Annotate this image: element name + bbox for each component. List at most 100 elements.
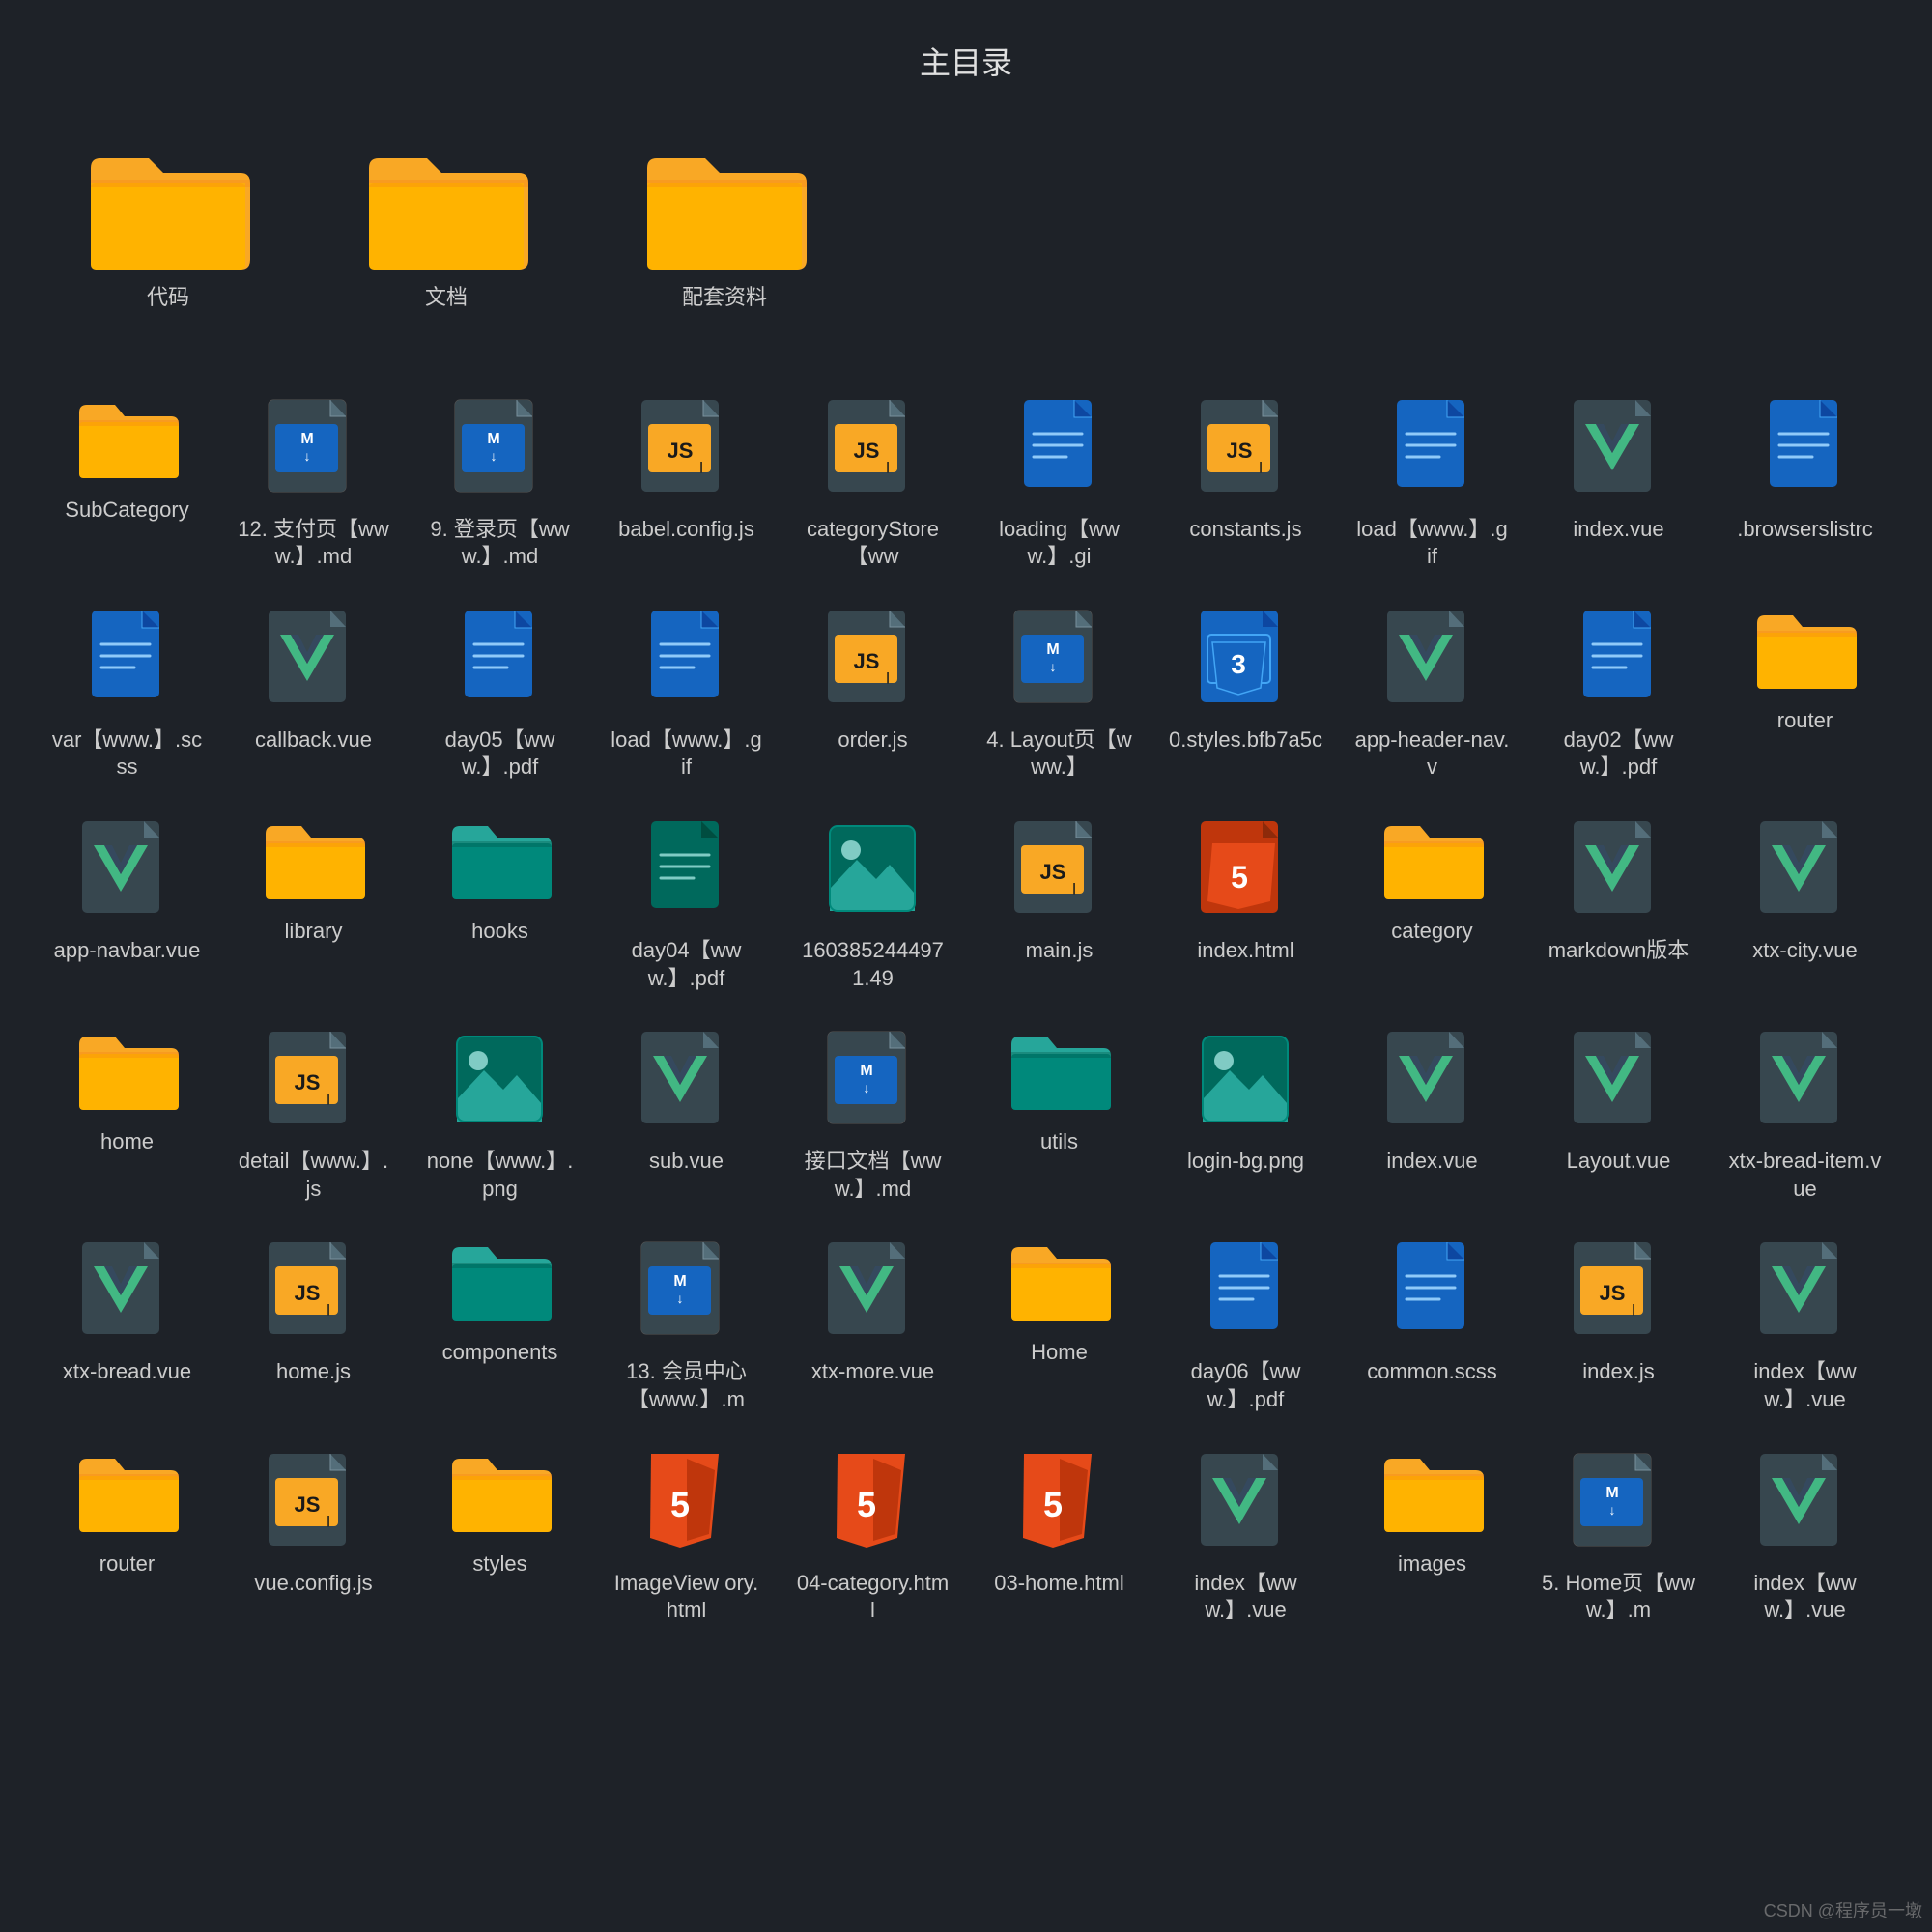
library-label: library [285,918,343,946]
xtx-bread-vue-icon [74,1237,181,1349]
file-item-md-9[interactable]: M ↓ 9. 登录页【www.】.md [412,387,588,579]
folder-icon-large [81,139,255,274]
file-item-main-js[interactable]: JS | main.js [971,809,1148,1000]
page-container: 主目录 代码 文档 [0,0,1932,1710]
file-item-index-html[interactable]: 5 5 index.html [1157,809,1334,1000]
file-item-day05-pdf[interactable]: day05【www.】.pdf [412,598,588,789]
svg-text:M: M [300,431,313,447]
file-item-common-css[interactable]: common.scss [1344,1230,1520,1421]
file-item-load-gif2[interactable]: load【www.】.gif [598,598,775,789]
file-item-day06-pdf[interactable]: day06【ww w.】.pdf [1157,1230,1334,1421]
file-item-detail-js[interactable]: JS | detail【www.】.js [225,1019,402,1210]
file-item-load-gif[interactable]: load【www.】.gif [1344,387,1520,579]
api-md-icon: M ↓ [820,1027,926,1138]
file-item-xtx-bread-item-vue[interactable]: xtx-bread-item.vue [1717,1019,1893,1210]
none-png-icon [447,1027,554,1138]
file-item-layout-md[interactable]: M ↓ 4. Layout页【www.】 [971,598,1148,789]
home-md-icon: M ↓ [1566,1449,1672,1560]
router-icon [1752,606,1859,697]
file-item-order-js[interactable]: JS | order.js [784,598,961,789]
layout-vue-icon [1566,1027,1672,1138]
file-item-layout-vue[interactable]: Layout.vue [1530,1019,1707,1210]
file-item-xtx-bread-vue[interactable]: xtx-bread.vue [39,1230,215,1421]
file-item-day04-pdf[interactable]: day04【www.】.pdf [598,809,775,1000]
file-item-xtx-city-vue[interactable]: xtx-city.vue [1717,809,1893,1000]
svg-text:|: | [327,1302,329,1316]
file-item-subcategory[interactable]: SubCategory [39,387,215,579]
file-item-index-vue2[interactable]: index.vue [1344,1019,1520,1210]
file-item-router[interactable]: router [1717,598,1893,789]
file-item-router2[interactable]: router [39,1441,215,1633]
file-item-callback-vue[interactable]: callback.vue [225,598,402,789]
file-item-img-1604[interactable]: 1603852444971.49 [784,809,961,1000]
images-icon [1379,1449,1486,1541]
svg-text:5: 5 [669,1485,689,1524]
svg-text:JS: JS [294,1492,320,1517]
folder-peitao-label: 配套资料 [682,284,767,312]
main-js-icon: JS | [1007,816,1113,927]
folder-wendang[interactable]: 文档 [355,131,537,320]
folder-wendang-label: 文档 [425,284,468,312]
file-item-var-scss[interactable]: var【www.】.scss [39,598,215,789]
file-item-vue-config-js[interactable]: JS | vue.config.js [225,1441,402,1633]
file-item-styles[interactable]: styles [412,1441,588,1633]
folder-icon-large3 [638,139,811,274]
file-item-home[interactable]: home [39,1019,215,1210]
file-item-hooks[interactable]: hooks [412,809,588,1000]
file-item-home-md[interactable]: M ↓ 5. Home页【www.】.m [1530,1441,1707,1633]
day05-pdf-icon [447,606,554,717]
file-item-index-js[interactable]: JS | index.js [1530,1230,1707,1421]
file-item-index-vue4[interactable]: index【ww w.】.vue [1157,1441,1334,1633]
file-item-xtx-more-vue[interactable]: xtx-more.vue [784,1230,961,1421]
folder-daima-label: 代码 [147,284,189,312]
file-item-components[interactable]: components [412,1230,588,1421]
file-item-sub-vue[interactable]: sub.vue [598,1019,775,1210]
xtx-bread-item-vue-label: xtx-bread-item.vue [1728,1148,1883,1203]
file-item-category-store[interactable]: JS | categoryStore【ww [784,387,961,579]
svg-text:JS: JS [1226,439,1252,463]
file-item-app-navbar-vue[interactable]: app-navbar.vue [39,809,215,1000]
file-item-babel-js[interactable]: JS | babel.config.js [598,387,775,579]
svg-text:JS: JS [853,439,879,463]
folder-peitao[interactable]: 配套资料 [634,131,815,320]
file-item-library[interactable]: library [225,809,402,1000]
images-label: images [1398,1550,1466,1578]
library-icon [261,816,367,908]
md-9-icon: M ↓ [447,395,554,506]
app-navbar-vue-label: app-navbar.vue [54,937,201,965]
constants-js-label: constants.js [1189,516,1301,544]
file-item-03-home-html[interactable]: 5 03-home.html [971,1441,1148,1633]
detail-js-icon: JS | [261,1027,367,1138]
file-item-04-cate-html[interactable]: 5 04-category.html [784,1441,961,1633]
file-item-imageview-html[interactable]: 5 ImageView ory.html [598,1441,775,1633]
file-item-browserslistrc[interactable]: .browserslistrc [1717,387,1893,579]
file-item-category2[interactable]: category [1344,809,1520,1000]
file-item-index-vue5[interactable]: index【ww w.】.vue [1717,1441,1893,1633]
styles-label: styles [472,1550,526,1578]
file-item-login-bg-png[interactable]: login-bg.png [1157,1019,1334,1210]
file-item-styles-css[interactable]: 3 3 0.styles.bfb7a5c [1157,598,1334,789]
file-item-api-md[interactable]: M ↓ 接口文档【www.】.md [784,1019,961,1210]
file-item-app-header-vue[interactable]: app-header-nav.v [1344,598,1520,789]
file-item-index-vue3[interactable]: index【ww w.】.vue [1717,1230,1893,1421]
login-bg-png-label: login-bg.png [1187,1148,1304,1176]
file-item-home-js[interactable]: JS | home.js [225,1230,402,1421]
file-item-none-png[interactable]: none【www.】.png [412,1019,588,1210]
folder-daima[interactable]: 代码 [77,131,259,320]
file-item-utils[interactable]: utils [971,1019,1148,1210]
svg-text:|: | [327,1092,329,1105]
file-item-md-12[interactable]: M ↓ 12. 支付页【www.】.md [225,387,402,579]
load-gif-icon [1379,395,1486,506]
file-item-loading-gif[interactable]: loading【www.】.gi [971,387,1148,579]
file-item-home-folder[interactable]: Home [971,1230,1148,1421]
file-item-md-13[interactable]: M ↓ 13. 会员中心【www.】.m [598,1230,775,1421]
file-item-images[interactable]: images [1344,1441,1520,1633]
file-item-constants-js[interactable]: JS | constants.js [1157,387,1334,579]
utils-icon [1007,1027,1113,1119]
svg-text:|: | [699,460,702,473]
file-item-markdown-vue[interactable]: markdown版本 [1530,809,1707,1000]
layout-vue-label: Layout.vue [1567,1148,1671,1176]
day02-pdf-label: day02【ww w.】.pdf [1542,726,1696,781]
file-item-day02-pdf[interactable]: day02【ww w.】.pdf [1530,598,1707,789]
file-item-index-vue[interactable]: index.vue [1530,387,1707,579]
